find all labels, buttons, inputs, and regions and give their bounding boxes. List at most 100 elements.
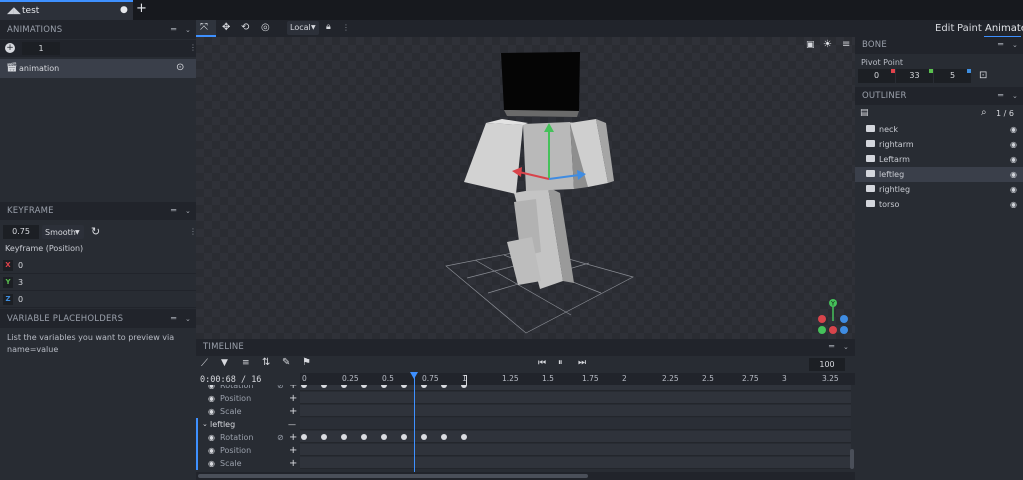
chevron-down-icon[interactable]: ⌄ <box>202 418 208 431</box>
ruler-tick-label: 2 <box>622 374 627 383</box>
sort-icon[interactable]: ⇅ <box>262 357 270 368</box>
skip-forward-icon[interactable]: ⏭︎ <box>578 358 586 368</box>
add-keyframe-icon[interactable]: + <box>289 431 297 444</box>
eye-icon[interactable]: ◉ <box>1010 182 1017 197</box>
eye-icon[interactable]: ◉ <box>1010 152 1017 167</box>
add-keyframe-icon[interactable]: + <box>289 392 297 405</box>
pivot-field-x[interactable]: 0 <box>858 69 895 83</box>
chevron-down-icon[interactable]: ⌄ <box>185 203 191 220</box>
timeline-vertical-scrollbar[interactable] <box>850 449 854 469</box>
mute-channel-icon[interactable]: ⊘ <box>277 385 284 392</box>
add-keyframe-icon[interactable]: + <box>289 385 297 392</box>
graph-editor-icon[interactable]: ⟋ <box>201 358 208 369</box>
panel-menu-icon[interactable]: ═ <box>171 203 176 220</box>
clapperboard-icon: 🎬︎ <box>6 63 18 73</box>
filter-icon[interactable]: ▼ <box>221 358 228 368</box>
animation-list-item[interactable]: 🎬︎ animation ⊙ <box>0 59 196 78</box>
add-tab-button[interactable]: + <box>136 1 147 16</box>
chevron-down-icon[interactable]: ⌄ <box>185 22 191 39</box>
chevron-down-icon[interactable]: ⌄ <box>185 311 191 328</box>
ruler-tick-label: 2.5 <box>702 374 714 383</box>
eye-icon[interactable]: ◉ <box>208 431 215 444</box>
eye-icon[interactable]: ◉ <box>1010 167 1017 182</box>
interpolation-select[interactable]: Smooth ▼ <box>42 225 84 239</box>
keyframe-dot[interactable] <box>441 434 447 440</box>
time-ruler[interactable]: 0 0.25 0.5 0.75 1 1.25 1.5 1.75 2 2.25 2.5 2.75 3 3.2… <box>300 373 855 385</box>
mode-animate[interactable]: Animate <box>985 23 1023 34</box>
panel-menu-icon[interactable]: ═ <box>171 22 176 39</box>
eye-icon[interactable]: ◉ <box>208 385 215 392</box>
eye-icon[interactable]: ◉ <box>208 405 215 418</box>
playback-speed-field[interactable]: 100 <box>809 358 845 371</box>
panel-menu-icon[interactable]: ═ <box>171 311 176 328</box>
eye-icon[interactable]: ◉ <box>1010 122 1017 137</box>
keyframe-dot[interactable] <box>421 434 427 440</box>
playhead[interactable] <box>410 372 419 480</box>
timeline-scrollbar[interactable] <box>198 474 588 478</box>
pivot-field-z[interactable]: 5 <box>934 69 971 83</box>
project-tab[interactable]: ◢◣ test ● <box>0 0 133 20</box>
chevron-down-icon[interactable]: ⌄ <box>843 339 849 356</box>
add-animation-icon[interactable]: + <box>5 43 15 53</box>
lock-icon[interactable]: 🔒︎ <box>326 22 331 32</box>
outliner-item-leftarm[interactable]: Leftarm ◉ <box>855 152 1023 167</box>
keyframe-dot[interactable] <box>361 434 367 440</box>
center-pivot-icon[interactable]: ⊡ <box>979 70 987 81</box>
keyframe-time-field[interactable]: 0.75 <box>3 225 39 239</box>
3d-viewport[interactable]: ▣ ☀ ≡ Y <box>196 37 855 339</box>
channels-icon[interactable]: ≡ <box>242 358 250 368</box>
outliner-item-leftleg[interactable]: leftleg ◉ <box>855 167 1023 182</box>
mode-edit[interactable]: Edit <box>935 23 954 34</box>
transform-space-select[interactable]: Local ▼ <box>287 21 319 35</box>
reset-keyframe-icon[interactable]: ↻ <box>91 225 100 238</box>
add-keyframe-icon[interactable]: + <box>289 444 297 457</box>
outliner-count: 1 / 6 <box>996 109 1014 118</box>
pose-tool-button[interactable]: ⤧ <box>196 20 216 37</box>
outliner-item-rightarm[interactable]: rightarm ◉ <box>855 137 1023 152</box>
keyframe-dot[interactable] <box>401 434 407 440</box>
tab-close-icon[interactable]: ● <box>120 5 128 15</box>
panel-menu-icon[interactable]: ═ <box>998 88 1003 105</box>
panel-menu-icon[interactable]: ═ <box>829 339 834 356</box>
keyframe-dot[interactable] <box>461 434 467 440</box>
collapse-group-icon[interactable]: — <box>288 418 296 431</box>
eye-icon[interactable]: ◉ <box>208 392 215 405</box>
outliner-item-torso[interactable]: torso ◉ <box>855 197 1023 212</box>
keyframe-dot[interactable] <box>341 434 347 440</box>
pencil-icon[interactable]: ✎ <box>282 357 290 368</box>
rotate-tool-icon[interactable]: ⟲ <box>241 22 249 33</box>
play-animation-icon[interactable]: ⊙ <box>176 62 184 73</box>
toggle-options-icon[interactable]: ▤ <box>860 108 869 118</box>
chevron-down-icon[interactable]: ⌄ <box>1012 88 1018 105</box>
keyframe-dot[interactable] <box>381 434 387 440</box>
eye-icon[interactable]: ◉ <box>208 444 215 457</box>
outliner-item-rightleg[interactable]: rightleg ◉ <box>855 182 1023 197</box>
toolbar-overflow-icon[interactable]: ⋮ <box>342 23 350 32</box>
pause-icon[interactable]: ⏸︎ <box>558 358 563 368</box>
outliner-item-neck[interactable]: neck ◉ <box>855 122 1023 137</box>
skip-back-icon[interactable]: ⏮︎ <box>538 358 546 368</box>
mode-paint[interactable]: Paint <box>957 23 982 34</box>
panel-menu-icon[interactable]: ═ <box>998 37 1003 54</box>
add-keyframe-icon[interactable]: + <box>289 457 297 470</box>
loop-end-marker[interactable] <box>464 375 467 385</box>
ruler-tick-label: 0.5 <box>382 374 394 383</box>
playhead-handle[interactable] <box>410 372 419 379</box>
keyframe-dot[interactable] <box>301 434 307 440</box>
chevron-down-icon[interactable]: ⌄ <box>1012 37 1018 54</box>
axis-value-field[interactable]: 0 <box>18 295 23 304</box>
animation-count-field[interactable]: 1 <box>22 42 60 55</box>
eye-icon[interactable]: ◉ <box>1010 137 1017 152</box>
axis-value-field[interactable]: 3 <box>18 278 23 287</box>
flag-icon[interactable]: ⚑ <box>302 357 311 368</box>
pivot-tool-icon[interactable]: ◎ <box>261 22 270 33</box>
move-tool-icon[interactable]: ✥ <box>222 22 230 33</box>
eye-icon[interactable]: ◉ <box>208 457 215 470</box>
pivot-field-y[interactable]: 33 <box>896 69 933 83</box>
search-icon[interactable]: ⌕ <box>981 107 987 118</box>
add-keyframe-icon[interactable]: + <box>289 405 297 418</box>
mute-channel-icon[interactable]: ⊘ <box>277 431 284 444</box>
keyframe-dot[interactable] <box>321 434 327 440</box>
eye-icon[interactable]: ◉ <box>1010 197 1017 212</box>
axis-value-field[interactable]: 0 <box>18 261 23 270</box>
